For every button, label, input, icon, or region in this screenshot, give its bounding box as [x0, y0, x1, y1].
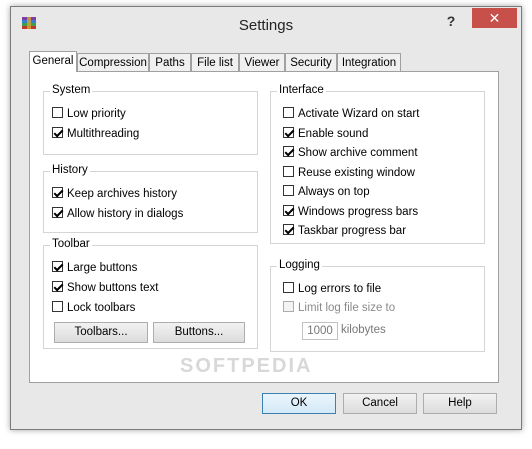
large-buttons-box[interactable]	[52, 261, 63, 273]
general-panel: System Low priority Multithreading Histo…	[29, 71, 499, 383]
toolbar-group-title: Toolbar	[50, 238, 92, 250]
windows-progress-bars-checkbox[interactable]: Windows progress bars	[283, 204, 418, 220]
limit-log-size-checkbox[interactable]: Limit log file size to	[283, 300, 395, 316]
tab-security[interactable]: Security	[285, 53, 337, 71]
toolbars-button[interactable]: Toolbars...	[54, 322, 148, 343]
log-errors-label: Log errors to file	[298, 283, 382, 295]
windows-progress-bars-label: Windows progress bars	[298, 206, 419, 218]
softpedia-watermark: SOFTPEDIA	[180, 355, 313, 377]
log-size-input[interactable]: 1000	[302, 322, 338, 340]
show-buttons-text-label: Show buttons text	[67, 282, 159, 294]
lock-toolbars-checkbox[interactable]: Lock toolbars	[52, 300, 135, 316]
tab-paths[interactable]: Paths	[149, 53, 191, 71]
enable-sound-label: Enable sound	[298, 128, 369, 140]
enable-sound-box[interactable]	[283, 127, 294, 139]
multithreading-box[interactable]	[52, 127, 63, 139]
log-errors-box[interactable]	[283, 282, 294, 294]
tab-compression[interactable]: Compression	[77, 53, 149, 71]
low-priority-box[interactable]	[52, 107, 63, 119]
reuse-existing-window-label: Reuse existing window	[298, 167, 415, 179]
windows-progress-bars-box[interactable]	[283, 205, 294, 217]
show-buttons-text-checkbox[interactable]: Show buttons text	[52, 280, 158, 296]
lock-toolbars-box[interactable]	[52, 301, 63, 313]
taskbar-progress-bar-box[interactable]	[283, 224, 294, 236]
logging-group-title: Logging	[277, 259, 322, 271]
cancel-button[interactable]: Cancel	[343, 393, 417, 414]
allow-history-dialogs-box[interactable]	[52, 207, 63, 219]
history-group-title: History	[50, 164, 90, 176]
history-group: History Keep archives history Allow hist…	[43, 164, 258, 233]
close-button[interactable]: ✕	[472, 8, 517, 28]
taskbar-progress-bar-checkbox[interactable]: Taskbar progress bar	[283, 223, 406, 239]
show-archive-comment-label: Show archive comment	[298, 147, 418, 159]
show-archive-comment-checkbox[interactable]: Show archive comment	[283, 145, 418, 161]
taskbar-progress-bar-label: Taskbar progress bar	[298, 225, 407, 237]
activate-wizard-label: Activate Wizard on start	[298, 108, 420, 120]
buttons-button[interactable]: Buttons...	[153, 322, 245, 343]
allow-history-dialogs-label: Allow history in dialogs	[67, 208, 184, 220]
reuse-existing-window-box[interactable]	[283, 166, 294, 178]
title-bar: Settings ? ✕	[11, 7, 521, 37]
reuse-existing-window-checkbox[interactable]: Reuse existing window	[283, 165, 415, 181]
keep-archives-history-checkbox[interactable]: Keep archives history	[52, 186, 177, 202]
settings-dialog: Settings ? ✕ General Compression Paths F…	[10, 6, 522, 430]
low-priority-label: Low priority	[67, 108, 126, 120]
large-buttons-label: Large buttons	[67, 262, 138, 274]
system-group-title: System	[50, 84, 93, 96]
tab-file-list[interactable]: File list	[191, 53, 239, 71]
interface-group: Interface Activate Wizard on start Enabl…	[270, 84, 485, 244]
logging-group: Logging Log errors to file Limit log fil…	[270, 259, 485, 352]
multithreading-label: Multithreading	[67, 128, 140, 140]
keep-archives-history-box[interactable]	[52, 187, 63, 199]
enable-sound-checkbox[interactable]: Enable sound	[283, 126, 368, 142]
large-buttons-checkbox[interactable]: Large buttons	[52, 260, 137, 276]
help-title-button[interactable]: ?	[441, 13, 461, 31]
dialog-content: General Compression Paths File list View…	[19, 37, 513, 383]
multithreading-checkbox[interactable]: Multithreading	[52, 126, 139, 142]
kilobytes-label: kilobytes	[341, 324, 386, 336]
help-button[interactable]: Help	[423, 393, 497, 414]
always-on-top-box[interactable]	[283, 185, 294, 197]
system-group: System Low priority Multithreading	[43, 84, 258, 155]
tab-integration[interactable]: Integration	[337, 53, 401, 71]
activate-wizard-box[interactable]	[283, 107, 294, 119]
low-priority-checkbox[interactable]: Low priority	[52, 106, 126, 122]
show-buttons-text-box[interactable]	[52, 281, 63, 293]
tab-general[interactable]: General	[29, 51, 77, 72]
toolbar-group: Toolbar Large buttons Show buttons text …	[43, 238, 258, 349]
tab-viewer[interactable]: Viewer	[239, 53, 285, 71]
log-errors-checkbox[interactable]: Log errors to file	[283, 281, 381, 297]
activate-wizard-checkbox[interactable]: Activate Wizard on start	[283, 106, 419, 122]
ok-button[interactable]: OK	[262, 393, 336, 414]
interface-group-title: Interface	[277, 84, 326, 96]
keep-archives-history-label: Keep archives history	[67, 188, 177, 200]
always-on-top-checkbox[interactable]: Always on top	[283, 184, 370, 200]
always-on-top-label: Always on top	[298, 186, 370, 198]
show-archive-comment-box[interactable]	[283, 146, 294, 158]
allow-history-dialogs-checkbox[interactable]: Allow history in dialogs	[52, 206, 183, 222]
lock-toolbars-label: Lock toolbars	[67, 302, 136, 314]
limit-log-size-box[interactable]	[283, 301, 294, 313]
limit-log-size-label: Limit log file size to	[298, 302, 396, 314]
